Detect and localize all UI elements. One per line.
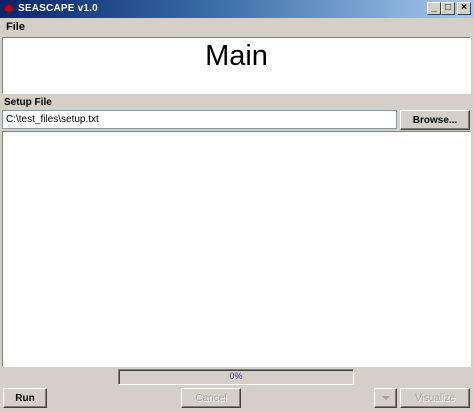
menu-file[interactable]: File — [6, 21, 25, 33]
browse-button[interactable]: Browse... — [400, 110, 470, 130]
title-bar[interactable]: SEASCAPE v1.0 _ □ × — [0, 0, 474, 18]
output-area[interactable] — [2, 131, 471, 367]
menu-bar: File — [0, 18, 474, 37]
visualize-button[interactable]: Visualize — [400, 388, 470, 408]
chevron-down-icon — [381, 395, 390, 400]
maple-leaf-icon — [4, 3, 14, 15]
setup-file-label: Setup File — [4, 97, 52, 108]
run-button[interactable]: Run — [3, 388, 47, 408]
progress-bar: 0% — [118, 369, 354, 385]
cancel-button[interactable]: Cancel — [181, 388, 241, 408]
maximize-button[interactable]: □ — [441, 2, 455, 15]
app-window: SEASCAPE v1.0 _ □ × File Main Setup File… — [0, 0, 474, 412]
visualize-dropdown-button[interactable] — [374, 388, 397, 408]
setup-file-input[interactable] — [2, 110, 397, 129]
minimize-button[interactable]: _ — [427, 2, 441, 15]
window-title: SEASCAPE v1.0 — [18, 3, 98, 14]
banner-panel: Main — [2, 37, 471, 94]
progress-text: 0% — [229, 371, 243, 381]
page-title: Main — [205, 40, 268, 72]
close-button[interactable]: × — [457, 2, 471, 15]
